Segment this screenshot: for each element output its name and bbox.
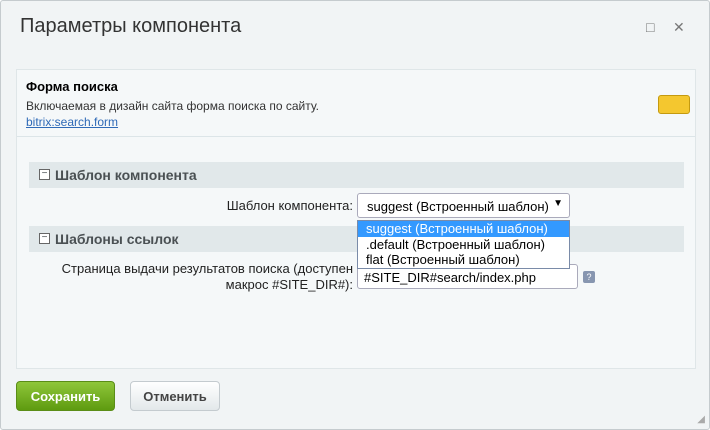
dropdown-option[interactable]: .default (Встроенный шаблон) xyxy=(358,237,569,253)
template-dropdown-list[interactable]: suggest (Встроенный шаблон) .default (Вс… xyxy=(357,220,570,269)
help-icon[interactable]: ? xyxy=(583,271,595,283)
component-header: Форма поиска Включаемая в дизайн сайта ф… xyxy=(17,70,695,137)
template-label: Шаблон компонента: xyxy=(226,198,353,213)
save-button[interactable]: Сохранить xyxy=(16,381,115,411)
template-select[interactable]: suggest (Встроенный шаблон) ▼ xyxy=(357,193,570,218)
dropdown-option[interactable]: suggest (Встроенный шаблон) xyxy=(358,221,569,237)
component-description: Включаемая в дизайн сайта форма поиска п… xyxy=(26,99,320,113)
search-page-label: Страница выдачи результатов поиска (дост… xyxy=(41,261,353,293)
section-component-template[interactable]: − Шаблон компонента xyxy=(29,162,684,188)
close-icon[interactable]: ✕ xyxy=(673,19,685,36)
resize-grip-icon[interactable]: ◢ xyxy=(697,414,705,425)
label-line: Страница выдачи результатов поиска (дост… xyxy=(61,261,353,276)
template-select-value: suggest (Встроенный шаблон) xyxy=(367,199,549,214)
component-code-link[interactable]: bitrix:search.form xyxy=(26,115,118,129)
label-line: макрос #SITE_DIR#): xyxy=(225,277,353,292)
maximize-icon[interactable]: □ xyxy=(646,19,654,35)
component-name: Форма поиска xyxy=(26,79,118,94)
cancel-button[interactable]: Отменить xyxy=(130,381,220,411)
collapse-icon[interactable]: − xyxy=(39,233,50,244)
dropdown-option[interactable]: flat (Встроенный шаблон) xyxy=(358,252,569,268)
section-title: Шаблон компонента xyxy=(55,167,197,183)
dialog-title: Параметры компонента xyxy=(20,15,242,37)
component-panel: Форма поиска Включаемая в дизайн сайта ф… xyxy=(16,69,696,369)
collapse-icon[interactable]: − xyxy=(39,169,50,180)
chevron-down-icon: ▼ xyxy=(553,198,563,209)
section-title: Шаблоны ссылок xyxy=(55,231,179,247)
search-form-icon xyxy=(658,95,690,114)
dialog-window: Параметры компонента □ ✕ Форма поиска Вк… xyxy=(0,0,710,430)
